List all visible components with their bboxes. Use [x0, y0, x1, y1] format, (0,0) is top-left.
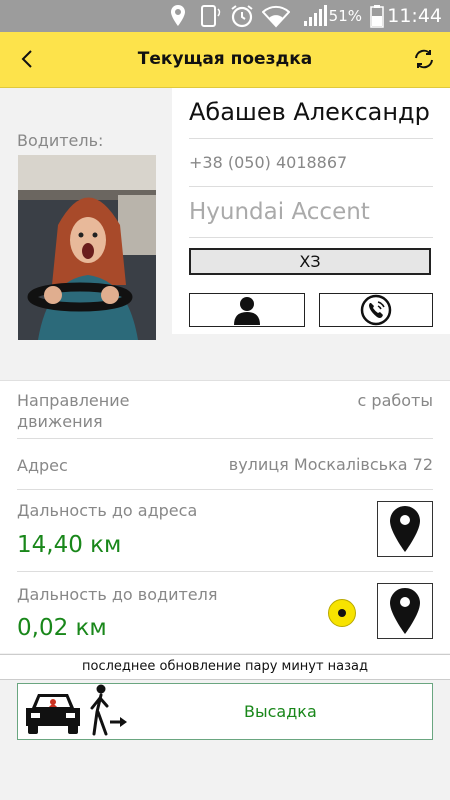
divider [189, 186, 433, 187]
driver-label: Водитель: [17, 131, 104, 150]
distance-to-address-label: Дальность до адреса [17, 501, 198, 520]
map-pin-icon [390, 506, 420, 552]
battery-percent: 51% [328, 7, 362, 25]
distance-to-driver-label: Дальность до водителя [17, 585, 218, 604]
app-bar: Текущая поездка [0, 32, 450, 88]
divider [17, 489, 433, 490]
phone-call-icon [360, 294, 392, 326]
last-update-text: последнее обновление пару минут назад [0, 654, 450, 680]
call-driver-button[interactable] [319, 293, 433, 327]
alarm-icon [231, 5, 253, 28]
driver-photo [18, 155, 156, 340]
address-value: вулиця Москалівська 72 [228, 455, 433, 474]
driver-name: Абашев Александр [189, 98, 430, 126]
battery-icon [370, 5, 384, 28]
car-plate: ХЗ [189, 248, 431, 275]
location-icon [171, 5, 185, 26]
direction-label: Направление движения [17, 391, 130, 431]
distance-to-driver-value: 0,02 км [17, 615, 107, 641]
driver-map-button[interactable] [377, 583, 433, 639]
driver-profile-button[interactable] [189, 293, 305, 327]
phone-rotate-icon [201, 5, 221, 27]
distance-to-address-value: 14,40 км [17, 532, 122, 558]
divider [17, 438, 433, 439]
map-pin-icon [390, 588, 420, 634]
dropoff-button-label: Высадка [244, 702, 317, 721]
divider [189, 138, 433, 139]
car-model: Hyundai Accent [189, 199, 370, 225]
person-icon [234, 297, 260, 325]
wifi-icon [262, 5, 290, 28]
direction-value: с работы [357, 391, 433, 410]
driver-phone[interactable]: +38 (050) 4018867 [189, 153, 347, 172]
refresh-icon[interactable] [412, 47, 436, 71]
address-map-button[interactable] [377, 501, 433, 557]
page-title: Текущая поездка [137, 49, 313, 69]
address-label: Адрес [17, 456, 68, 475]
clock: 11:44 [387, 5, 442, 27]
signal-icon [304, 5, 327, 26]
walking-person-icon [90, 684, 127, 736]
divider [17, 571, 433, 572]
status-bar: 51% 11:44 [0, 0, 450, 32]
driver-marker-icon [328, 599, 356, 627]
car-icon [26, 694, 80, 734]
dropoff-button[interactable]: Высадка [17, 683, 433, 740]
divider [189, 237, 433, 238]
